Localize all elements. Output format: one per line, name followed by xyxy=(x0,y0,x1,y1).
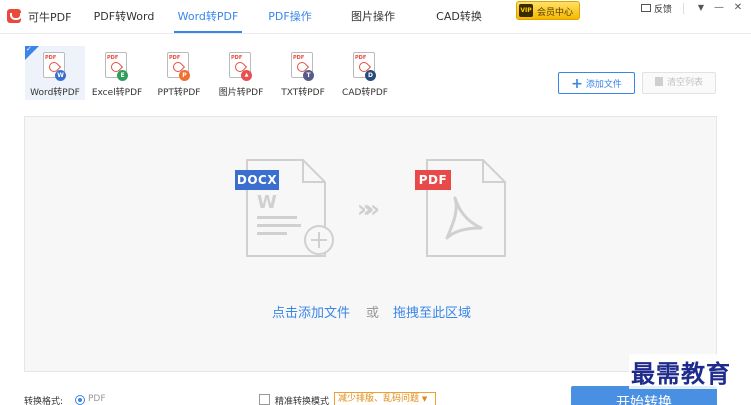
app-logo-icon xyxy=(7,9,22,23)
cad-badge-icon: D xyxy=(365,70,376,81)
watermark-text: 最需教育 xyxy=(629,354,733,389)
tip-dropdown-icon: ▼ xyxy=(421,395,428,403)
format-pdf-label: PDF xyxy=(88,394,106,404)
word-badge-icon: W xyxy=(55,70,66,81)
tab-cad-conversion[interactable]: CAD转换 xyxy=(433,0,485,34)
tab-image-operations[interactable]: 图片操作 xyxy=(347,0,399,34)
title-bar: 可牛PDF PDF转Word Word转PDF PDF操作 图片操作 CAD转换… xyxy=(0,0,751,34)
excel-badge-icon: E xyxy=(117,70,128,81)
convert-arrow-icon: »» xyxy=(357,195,380,223)
vip-center-button[interactable]: VIP 会员中心 xyxy=(516,1,580,20)
vip-center-label: 会员中心 xyxy=(537,8,574,18)
svg-text:W: W xyxy=(257,192,277,213)
precise-tip-text: 减少排版、乱码问题 xyxy=(338,394,420,404)
feedback-link[interactable]: 反馈 xyxy=(654,2,672,15)
format-pdf-radio[interactable] xyxy=(75,395,85,405)
precise-mode-checkbox[interactable] xyxy=(259,394,270,405)
tool-image-to-pdf[interactable]: PDF ▲ 图片转PDF xyxy=(211,46,271,100)
pdf-label: PDF xyxy=(415,170,451,190)
tool-ppt-to-pdf[interactable]: PDF P PPT转PDF xyxy=(149,46,209,100)
close-button[interactable]: ✕ xyxy=(731,1,745,15)
plus-icon: + xyxy=(571,76,583,92)
precise-mode-label: 精准转换模式 xyxy=(275,397,330,405)
tool-txt-to-pdf[interactable]: PDF T TXT转PDF xyxy=(273,46,333,100)
tool-label: 图片转PDF xyxy=(218,88,264,98)
precise-mode-tip[interactable]: 减少排版、乱码问题 ▼ xyxy=(334,392,436,405)
tool-label: PPT转PDF xyxy=(157,88,201,98)
feedback-icon[interactable] xyxy=(641,4,651,12)
txt-badge-icon: T xyxy=(303,70,314,81)
docx-label: DOCX xyxy=(235,170,279,190)
image-badge-icon: ▲ xyxy=(241,70,252,81)
vip-crown-icon: VIP xyxy=(519,4,533,17)
tool-label: Excel转PDF xyxy=(91,88,143,98)
tab-pdf-operations[interactable]: PDF操作 xyxy=(264,0,316,34)
add-file-link[interactable]: 点击添加文件 xyxy=(272,302,350,321)
drag-here-link[interactable]: 拖拽至此区域 xyxy=(393,302,471,321)
ppt-badge-icon: P xyxy=(179,70,190,81)
tab-word-to-pdf[interactable]: Word转PDF xyxy=(174,0,242,34)
or-text: 或 xyxy=(366,306,380,321)
minimize-button[interactable]: — xyxy=(712,1,726,15)
clear-list-button[interactable]: 清空列表 xyxy=(642,72,716,94)
title-separator xyxy=(683,3,684,14)
add-file-button[interactable]: + 添加文件 xyxy=(558,72,635,94)
file-drop-zone[interactable] xyxy=(24,116,717,372)
tool-label: CAD转PDF xyxy=(342,88,388,98)
tool-label: TXT转PDF xyxy=(281,88,325,98)
app-title: 可牛PDF xyxy=(28,11,72,24)
add-file-label: 添加文件 xyxy=(585,80,622,90)
format-label: 转换格式: xyxy=(24,397,64,405)
menu-dropdown-icon[interactable]: ▼ xyxy=(694,1,708,15)
tool-label: Word转PDF xyxy=(30,88,80,98)
tool-excel-to-pdf[interactable]: PDF E Excel转PDF xyxy=(87,46,147,100)
selected-check-icon xyxy=(25,45,39,60)
trash-icon xyxy=(654,77,663,86)
clear-list-label: 清空列表 xyxy=(666,78,703,88)
tab-pdf-to-word[interactable]: PDF转Word xyxy=(90,0,158,34)
tool-cad-to-pdf[interactable]: PDF D CAD转PDF xyxy=(335,46,395,100)
